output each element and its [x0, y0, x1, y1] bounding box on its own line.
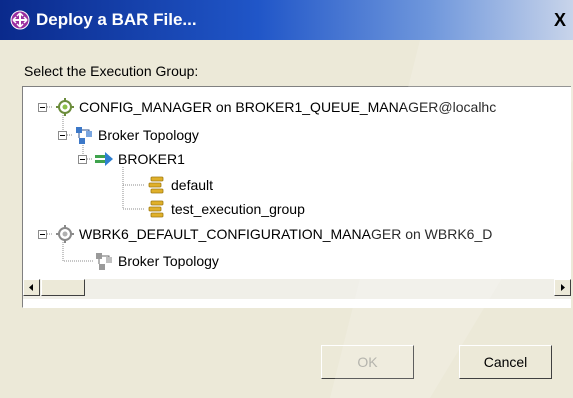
- tree-node-label: CONFIG_MANAGER on BROKER1_QUEUE_MANAGER@…: [79, 99, 497, 115]
- ok-button[interactable]: OK: [321, 345, 414, 379]
- collapse-toggle-broker-topology[interactable]: [58, 131, 67, 140]
- tree-node-broker1[interactable]: BROKER1: [94, 147, 185, 171]
- arrow-right-icon: [561, 284, 565, 291]
- tree-node-label: Broker Topology: [98, 127, 199, 143]
- cancel-button[interactable]: Cancel: [459, 345, 552, 379]
- horizontal-scrollbar[interactable]: [23, 279, 571, 299]
- execution-group-icon: [148, 176, 164, 194]
- close-button[interactable]: X: [548, 8, 572, 32]
- tree-node-label: WBRK6_DEFAULT_CONFIGURATION_MANAGER on W…: [79, 226, 493, 242]
- deploy-bar-dialog: Deploy a BAR File... X Select the Execut…: [0, 0, 573, 398]
- collapse-toggle-wbrk6-manager[interactable]: [38, 230, 47, 239]
- tree-node-wbrk6-manager[interactable]: WBRK6_DEFAULT_CONFIGURATION_MANAGER on W…: [55, 222, 492, 246]
- tree-node-label: Broker Topology: [118, 253, 219, 269]
- tree-node-config-manager[interactable]: CONFIG_MANAGER on BROKER1_QUEUE_MANAGER@…: [55, 95, 496, 119]
- execution-group-tree: CONFIG_MANAGER on BROKER1_QUEUE_MANAGER@…: [22, 86, 571, 308]
- tree-node-default[interactable]: default: [147, 173, 213, 197]
- tree-node-label: BROKER1: [118, 151, 185, 167]
- collapse-toggle-config-manager[interactable]: [38, 103, 47, 112]
- broker-icon: [95, 152, 113, 166]
- tree-node-label: test_execution_group: [171, 201, 305, 217]
- tree-node-broker-topology-2[interactable]: Broker Topology: [94, 249, 219, 273]
- arrow-left-icon: [29, 284, 33, 291]
- config-manager-icon: [56, 225, 74, 243]
- scroll-left-button[interactable]: [23, 279, 40, 296]
- tree-node-broker-topology[interactable]: Broker Topology: [74, 123, 199, 147]
- tree-viewport: CONFIG_MANAGER on BROKER1_QUEUE_MANAGER@…: [23, 87, 571, 279]
- deploy-icon: [10, 10, 30, 30]
- scroll-right-button[interactable]: [554, 279, 571, 296]
- tree-node-label: default: [171, 177, 214, 193]
- config-manager-icon: [56, 98, 74, 116]
- tree-node-test-execution-group[interactable]: test_execution_group: [147, 197, 305, 221]
- execution-group-prompt: Select the Execution Group:: [24, 63, 199, 79]
- dialog-title: Deploy a BAR File...: [36, 10, 197, 29]
- collapse-toggle-broker1[interactable]: [78, 155, 87, 164]
- title-bar[interactable]: Deploy a BAR File... X: [0, 0, 573, 40]
- execution-group-icon: [148, 200, 164, 218]
- scroll-thumb[interactable]: [41, 279, 85, 296]
- broker-topology-icon: [96, 253, 112, 270]
- broker-topology-icon: [76, 127, 92, 144]
